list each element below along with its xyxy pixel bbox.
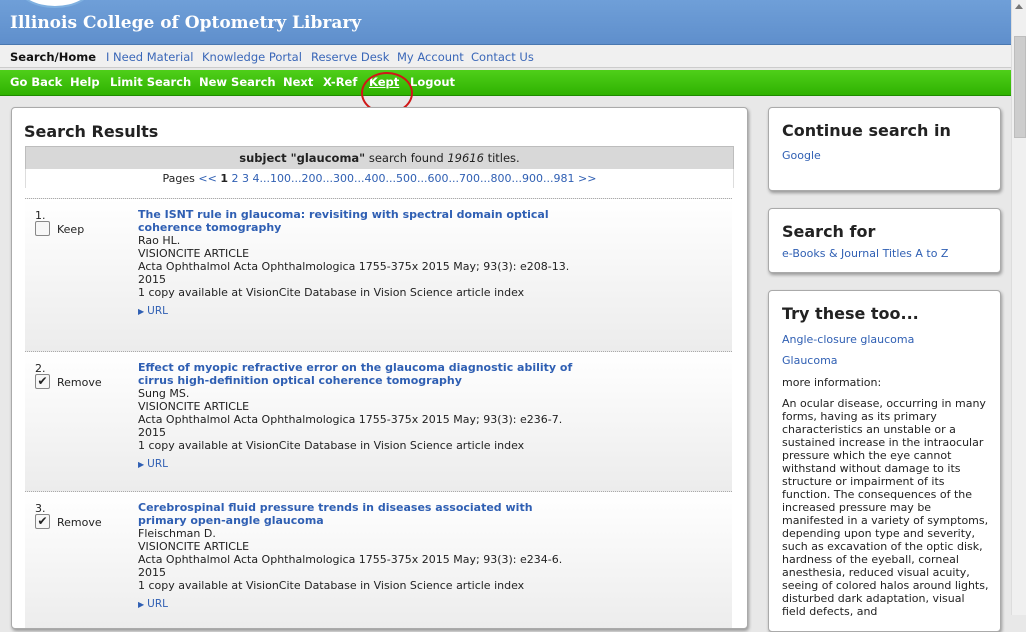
site-header: Illinois College of Optometry Library	[0, 0, 1011, 45]
result-source: Acta Ophthalmol Acta Ophthalmologica 175…	[138, 553, 563, 566]
search-for-panel: Search for e-Books & Journal Titles A to…	[768, 208, 1001, 273]
result-item: 3. ✔ Remove Cerebrospinal fluid pressure…	[25, 491, 732, 628]
pagination: Pages << 1 2 3 4...100...200...300...400…	[25, 169, 734, 188]
page-link[interactable]: ...981	[543, 172, 575, 185]
page-prev-link[interactable]: <<	[198, 172, 216, 185]
page-link[interactable]: ...100	[260, 172, 292, 185]
result-url-link[interactable]: ▶ URL	[138, 305, 578, 318]
remove-checkbox[interactable]: ✔	[35, 374, 50, 389]
nav-search-home[interactable]: Search/Home	[10, 50, 96, 64]
result-year: 2015	[138, 566, 166, 579]
kept-button[interactable]: Kept	[369, 75, 399, 89]
ebooks-journals-link[interactable]: e-Books & Journal Titles A to Z	[782, 247, 948, 260]
page-next-link[interactable]: >>	[578, 172, 596, 185]
page-link[interactable]: ...800	[480, 172, 512, 185]
page-link[interactable]: 3	[242, 172, 249, 185]
query-type: subject	[239, 151, 287, 165]
scrollbar-thumb[interactable]	[1014, 36, 1026, 138]
go-back-button[interactable]: Go Back	[10, 75, 62, 89]
pages-label: Pages	[162, 172, 195, 185]
next-button[interactable]: Next	[283, 75, 313, 89]
result-author: Fleischman D.	[138, 527, 216, 540]
try-these-panel: Try these too... Angle-closure glaucoma …	[768, 290, 1001, 632]
nav-i-need-material[interactable]: I Need Material	[106, 50, 193, 64]
result-availability: 1 copy available at VisionCite Database …	[138, 579, 525, 592]
result-url-link[interactable]: ▶ URL	[138, 598, 578, 611]
result-title-link[interactable]: Cerebrospinal fluid pressure trends in d…	[138, 501, 578, 527]
result-item: 1. Keep The ISNT rule in glaucoma: revis…	[25, 198, 732, 351]
keep-checkbox[interactable]	[35, 221, 50, 236]
xref-button[interactable]: X-Ref	[323, 75, 357, 89]
remove-checkbox[interactable]: ✔	[35, 514, 50, 529]
triangle-right-icon: ▶	[138, 460, 145, 469]
result-type: VISIONCITE ARTICLE	[138, 540, 250, 553]
result-source: Acta Ophthalmol Acta Ophthalmologica 175…	[138, 413, 563, 426]
page-current: 1	[220, 172, 229, 185]
page-link[interactable]: ...700	[449, 172, 481, 185]
titles-suffix: titles.	[487, 151, 520, 165]
page-link[interactable]: 2	[232, 172, 239, 185]
result-author: Rao HL.	[138, 234, 181, 247]
page-scrollbar[interactable]	[1011, 0, 1026, 615]
page-link[interactable]: ...200	[291, 172, 323, 185]
nav-knowledge-portal[interactable]: Knowledge Portal	[202, 50, 302, 64]
result-availability: 1 copy available at VisionCite Database …	[138, 439, 525, 452]
result-type: VISIONCITE ARTICLE	[138, 400, 250, 413]
angle-closure-glaucoma-link[interactable]: Angle-closure glaucoma	[782, 333, 914, 346]
action-toolbar: Go Back Help Limit Search New Search Nex…	[0, 70, 1011, 96]
triangle-right-icon: ▶	[138, 307, 145, 316]
result-title-link[interactable]: Effect of myopic refractive error on the…	[138, 361, 578, 387]
topic-description: An ocular disease, occurring in many for…	[782, 397, 989, 618]
site-title: Illinois College of Optometry Library	[10, 13, 362, 33]
college-logo	[18, 0, 92, 8]
result-count: 19616	[447, 151, 484, 165]
nav-reserve-desk[interactable]: Reserve Desk	[311, 50, 389, 64]
page-link[interactable]: ...900	[512, 172, 544, 185]
page-link[interactable]: ...400	[354, 172, 386, 185]
found-text: search found	[368, 151, 444, 165]
page-link[interactable]: ...500	[386, 172, 418, 185]
result-item: 2. ✔ Remove Effect of myopic refractive …	[25, 351, 732, 491]
result-url-link[interactable]: ▶ URL	[138, 458, 578, 471]
result-availability: 1 copy available at VisionCite Database …	[138, 286, 525, 299]
new-search-button[interactable]: New Search	[199, 75, 276, 89]
result-source: Acta Ophthalmol Acta Ophthalmologica 175…	[138, 260, 570, 273]
result-year: 2015	[138, 426, 166, 439]
scroll-up-arrow-icon[interactable]	[1015, 4, 1023, 9]
page-link[interactable]: 4	[253, 172, 260, 185]
result-type: VISIONCITE ARTICLE	[138, 247, 250, 260]
help-button[interactable]: Help	[70, 75, 100, 89]
glaucoma-link[interactable]: Glaucoma	[782, 354, 838, 367]
result-title-link[interactable]: The ISNT rule in glaucoma: revisiting wi…	[138, 208, 578, 234]
results-summary: subject "glaucoma" search found 19616 ti…	[25, 146, 734, 170]
logout-button[interactable]: Logout	[410, 75, 455, 89]
remove-label: Remove	[57, 376, 102, 389]
keep-label: Keep	[57, 223, 85, 236]
page-link[interactable]: ...300	[323, 172, 355, 185]
page-link[interactable]: ...600	[417, 172, 449, 185]
search-for-title: Search for	[782, 222, 876, 241]
more-info-label: more information:	[782, 376, 882, 389]
result-author: Sung MS.	[138, 387, 190, 400]
limit-search-button[interactable]: Limit Search	[110, 75, 191, 89]
top-nav: Search/Home I Need Material Knowledge Po…	[0, 45, 1011, 68]
result-year: 2015	[138, 273, 166, 286]
try-these-title: Try these too...	[782, 304, 919, 323]
continue-search-panel: Continue search in Google	[768, 107, 1001, 191]
results-title: Search Results	[24, 122, 159, 141]
continue-search-title: Continue search in	[782, 121, 951, 140]
query-term: "glaucoma"	[290, 151, 366, 165]
nav-my-account[interactable]: My Account	[397, 50, 464, 64]
triangle-right-icon: ▶	[138, 600, 145, 609]
remove-label: Remove	[57, 516, 102, 529]
search-results-panel: Search Results subject "glaucoma" search…	[11, 107, 748, 629]
nav-contact-us[interactable]: Contact Us	[471, 50, 534, 64]
google-link[interactable]: Google	[782, 149, 821, 162]
